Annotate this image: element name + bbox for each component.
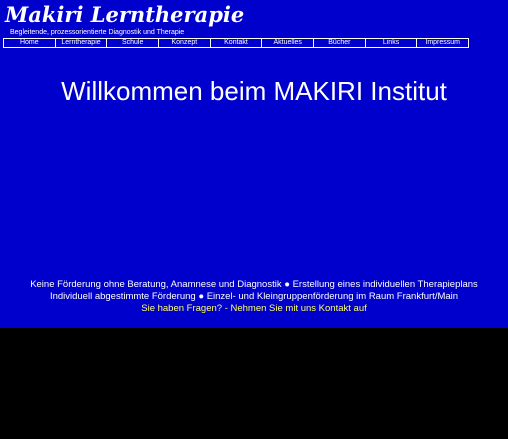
nav-item-lerntherapie[interactable]: Lerntherapie (56, 39, 108, 47)
nav-item-schule[interactable]: Schule (107, 39, 160, 47)
nav-item-aktuelles[interactable]: Aktuelles (262, 39, 315, 47)
site-tagline: Begleitende, prozessorientierte Diagnost… (10, 29, 185, 36)
nav-item-konzept[interactable]: Konzept (159, 39, 211, 47)
nav-item-home[interactable]: Home (4, 39, 56, 47)
page-title: Willkommen beim MAKIRI Institut (61, 76, 447, 106)
info-block: Keine Förderung ohne Beratung, Anamnese … (0, 279, 508, 315)
main-navigation: Home Lerntherapie Schule Konzept Kontakt… (3, 38, 469, 48)
nav-item-impressum[interactable]: Impressum (417, 39, 468, 47)
site-logo-title[interactable]: Makiri Lerntherapie (5, 1, 244, 29)
nav-item-buecher[interactable]: Bücher (314, 39, 366, 47)
page: Makiri Lerntherapie Begleitende, prozess… (0, 0, 508, 439)
contact-link[interactable]: Sie haben Fragen? - Nehmen Sie mit uns K… (141, 303, 367, 314)
info-line-offer: Individuell abgestimmte Förderung ● Einz… (49, 291, 459, 302)
content-area: Makiri Lerntherapie Begleitende, prozess… (0, 0, 508, 328)
nav-item-links[interactable]: Links (366, 39, 418, 47)
info-line-services: Keine Förderung ohne Beratung, Anamnese … (30, 279, 478, 290)
nav-item-kontakt[interactable]: Kontakt (211, 39, 263, 47)
